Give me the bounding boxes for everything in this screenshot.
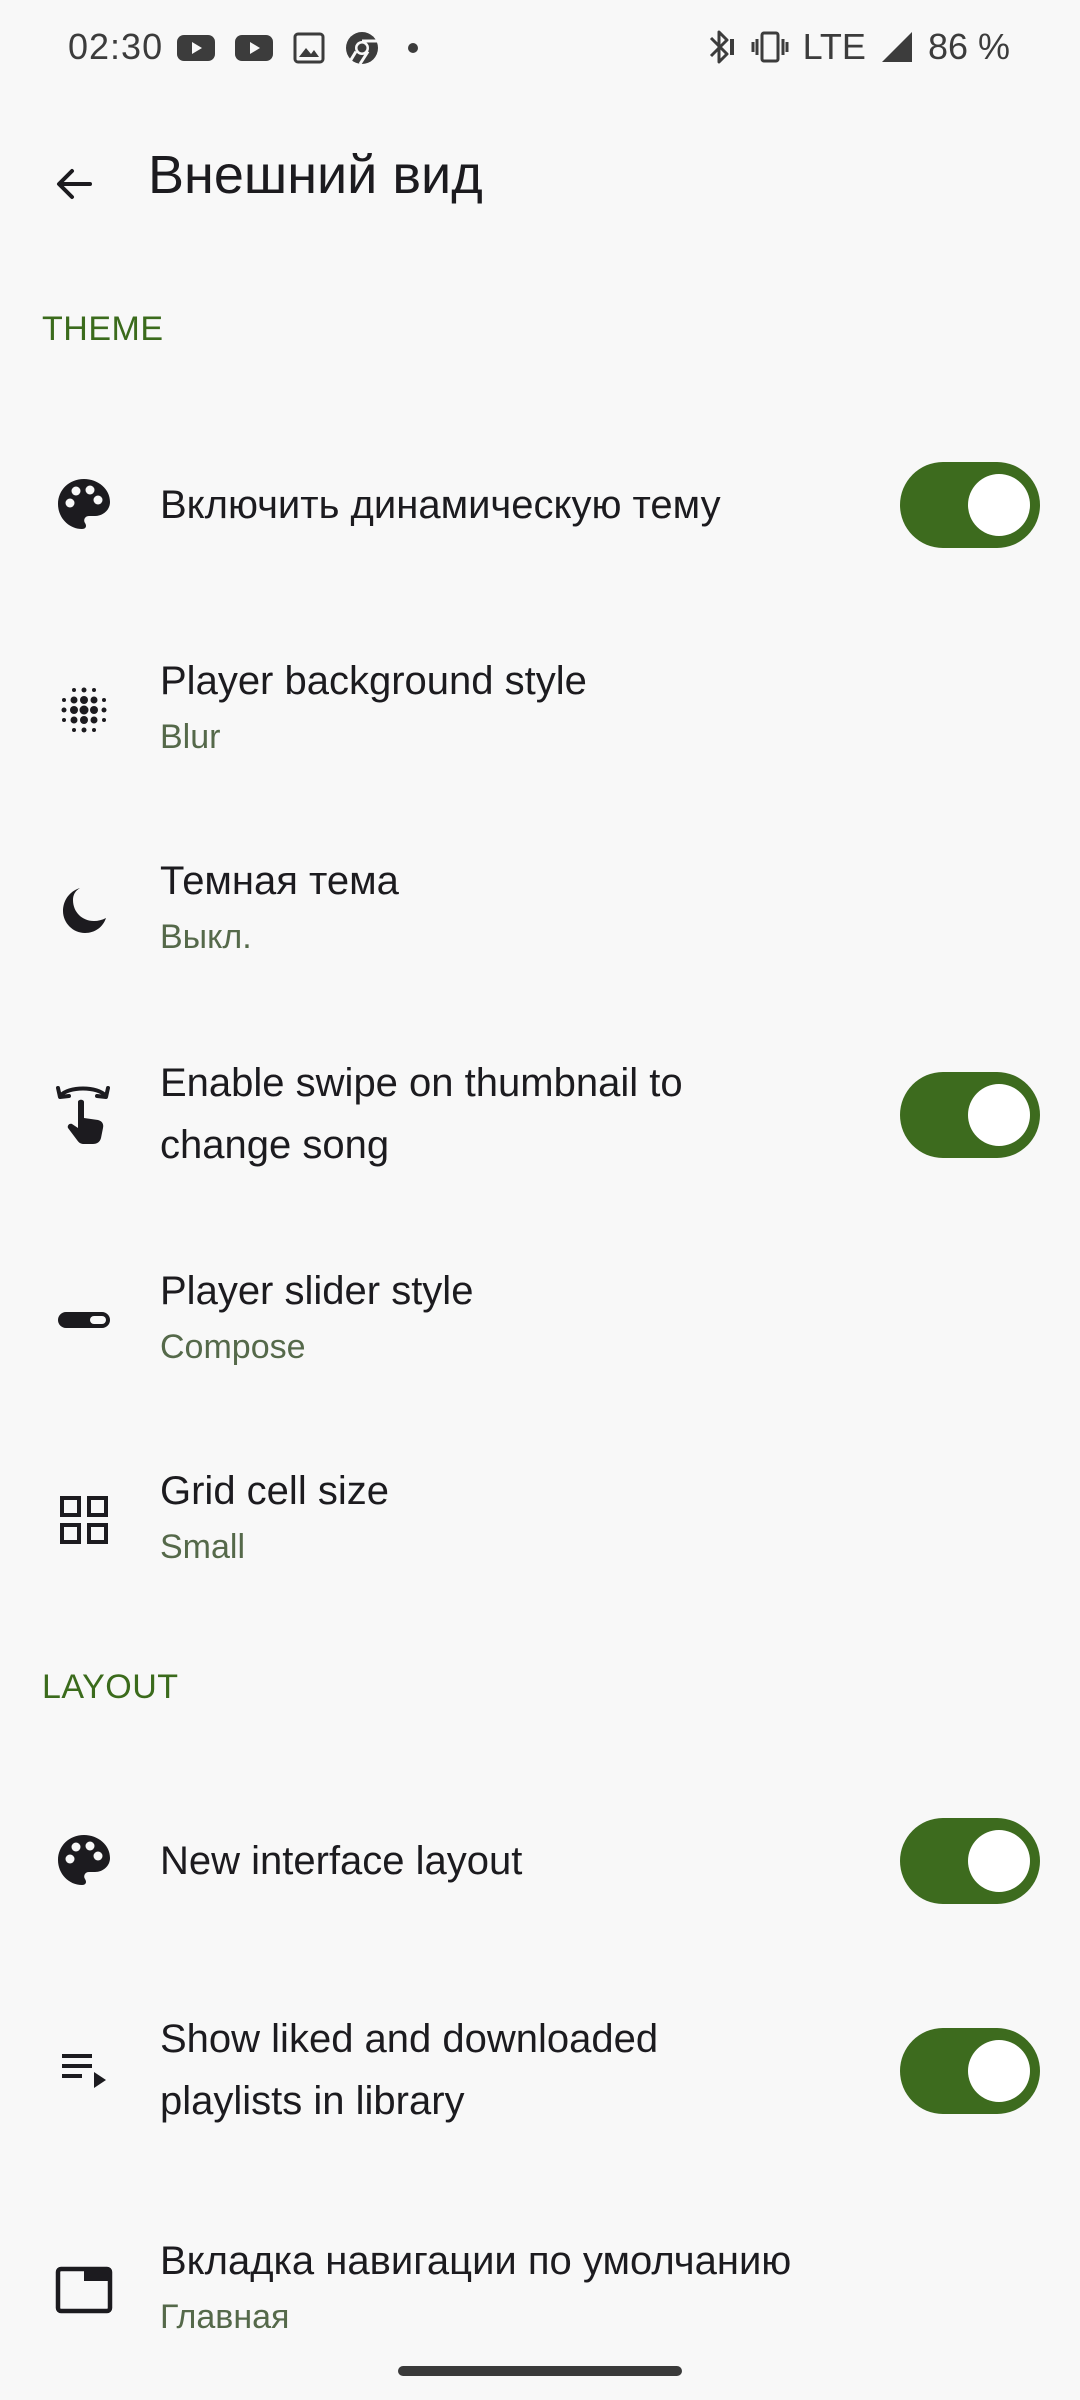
setting-dynamic-theme[interactable]: Включить динамическую тему <box>0 440 1080 570</box>
network-type: LTE <box>802 26 866 67</box>
switch-thumb <box>968 474 1030 536</box>
setting-text: Show liked and downloaded playlists in l… <box>160 2008 860 2132</box>
blur-icon <box>52 678 116 742</box>
chrome-icon <box>346 32 378 65</box>
new-layout-switch[interactable] <box>900 1818 1040 1904</box>
slider-icon <box>52 1288 116 1352</box>
setting-value: Главная <box>160 2298 290 2336</box>
status-bar: 02:30 LTE 86 % <box>0 0 1080 100</box>
gesture-nav-handle[interactable] <box>398 2366 682 2376</box>
switch-thumb <box>968 1830 1030 1892</box>
status-time: 02:30 <box>68 26 164 67</box>
setting-text: Grid cell size Small <box>160 1460 860 1572</box>
palette-icon <box>52 473 116 537</box>
notification-icons <box>176 30 428 66</box>
setting-title: Включить динамическую тему <box>160 483 721 527</box>
setting-value: Small <box>160 1528 246 1566</box>
swipe-thumbnail-switch[interactable] <box>900 1072 1040 1158</box>
dynamic-theme-switch[interactable] <box>900 462 1040 548</box>
setting-text: Player slider style Compose <box>160 1260 860 1372</box>
tab-icon <box>52 2258 116 2322</box>
arrow-back-icon <box>57 169 92 199</box>
setting-title: Grid cell size <box>160 1469 389 1513</box>
setting-dark-theme[interactable]: Темная тема Выкл. <box>0 840 1080 980</box>
grid-icon <box>52 1488 116 1552</box>
setting-default-tab[interactable]: Вкладка навигации по умолчанию Главная <box>0 2220 1080 2360</box>
setting-text: Темная тема Выкл. <box>160 850 860 962</box>
dot-icon <box>408 43 418 53</box>
setting-liked-playlists[interactable]: Show liked and downloaded playlists in l… <box>0 1996 1080 2146</box>
setting-text: New interface layout <box>160 1830 860 1892</box>
setting-title-line1: Show liked and downloaded <box>160 2017 659 2061</box>
back-button[interactable] <box>28 138 120 230</box>
setting-new-layout[interactable]: New interface layout <box>0 1796 1080 1926</box>
swipe-gesture-icon <box>52 1082 116 1146</box>
setting-slider-style[interactable]: Player slider style Compose <box>0 1250 1080 1390</box>
section-header-layout: LAYOUT <box>42 1668 179 1706</box>
setting-title: Player background style <box>160 659 587 703</box>
moon-icon <box>52 878 116 942</box>
battery-level: 86 % <box>927 26 1010 67</box>
setting-title: Player slider style <box>160 1269 474 1313</box>
setting-title: Вкладка навигации по умолчанию <box>160 2239 792 2283</box>
top-app-bar: Внешний вид <box>0 120 1080 240</box>
bluetooth-icon <box>709 30 734 64</box>
palette-icon <box>52 1829 116 1893</box>
setting-text: Player background style Blur <box>160 650 860 762</box>
vibrate-icon <box>751 31 789 63</box>
setting-text: Включить динамическую тему <box>160 474 860 536</box>
setting-value: Blur <box>160 718 221 756</box>
setting-title-line2: playlists in library <box>160 2079 465 2123</box>
setting-text: Enable swipe on thumbnail to change song <box>160 1052 860 1176</box>
signal-icon <box>881 32 912 62</box>
setting-title: New interface layout <box>160 1839 523 1883</box>
setting-value: Compose <box>160 1328 306 1366</box>
youtube-icon <box>177 35 215 61</box>
page-title: Внешний вид <box>148 145 483 205</box>
setting-swipe-thumbnail[interactable]: Enable swipe on thumbnail to change song <box>0 1040 1080 1190</box>
switch-thumb <box>968 1084 1030 1146</box>
setting-text: Вкладка навигации по умолчанию Главная <box>160 2230 860 2342</box>
setting-grid-cell-size[interactable]: Grid cell size Small <box>0 1450 1080 1590</box>
setting-title-line1: Enable swipe on thumbnail to <box>160 1061 683 1105</box>
switch-thumb <box>968 2040 1030 2102</box>
setting-player-background[interactable]: Player background style Blur <box>0 640 1080 780</box>
playlist-play-icon <box>52 2038 116 2102</box>
youtube-icon <box>235 35 273 61</box>
image-icon <box>293 32 325 64</box>
setting-title-line2: change song <box>160 1123 390 1167</box>
section-header-theme: THEME <box>42 310 164 348</box>
liked-playlists-switch[interactable] <box>900 2028 1040 2114</box>
setting-title: Темная тема <box>160 859 399 903</box>
system-status: LTE 86 % <box>703 26 1010 68</box>
setting-value: Выкл. <box>160 918 252 956</box>
